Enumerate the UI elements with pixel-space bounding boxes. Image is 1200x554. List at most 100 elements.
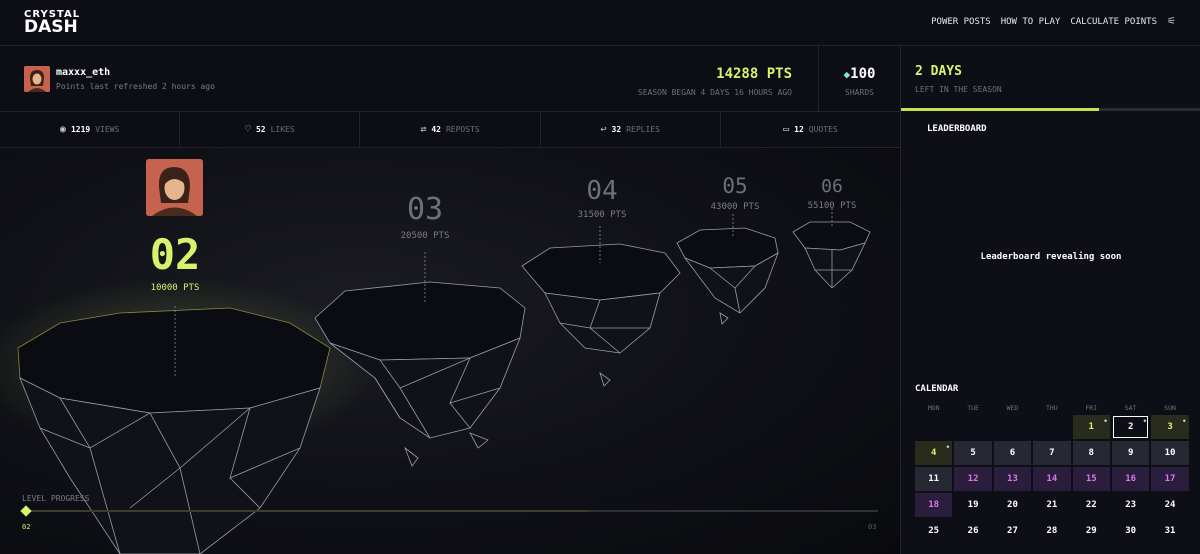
calendar-day-27[interactable]: 27	[992, 518, 1033, 544]
level-number: 05	[722, 174, 748, 198]
level-points: 55100 PTS	[807, 201, 857, 211]
calendar-title: CALENDAR	[915, 384, 959, 394]
calendar-day-28[interactable]: 28	[1032, 518, 1072, 544]
calendar-day-12[interactable]: 12	[953, 466, 993, 492]
stat-views: ◉ 1219 VIEWS	[0, 112, 181, 147]
stat-label: VIEWS	[95, 125, 120, 134]
calendar-day-number: 2	[1127, 422, 1134, 432]
username: maxxx_eth	[56, 67, 111, 78]
calendar-day-number: 25	[928, 526, 940, 536]
calendar-empty	[1032, 414, 1072, 440]
weekday: SUN	[1164, 404, 1176, 412]
nav-how-to-play[interactable]: HOW TO PLAY	[1001, 17, 1061, 27]
calendar-day-24[interactable]: 24	[1150, 492, 1190, 518]
stat-label: LIKES	[270, 125, 295, 134]
level-04: 04 31500 PTS	[562, 176, 642, 220]
calendar-day-number: 10	[1164, 448, 1176, 458]
shard-icon: ◆	[1143, 418, 1147, 424]
calendar-day-21[interactable]: 21	[1032, 492, 1072, 518]
calendar-day-9[interactable]: 9	[1110, 440, 1151, 466]
calendar-day-number: 17	[1164, 474, 1176, 484]
calendar-day-number: 24	[1164, 500, 1176, 510]
calendar-day-6[interactable]: 6	[992, 440, 1033, 466]
calendar-day-16[interactable]: 16	[1110, 466, 1151, 492]
calendar-day-5[interactable]: 5	[953, 440, 993, 466]
calendar-day-4[interactable]: 4 ◆	[914, 440, 954, 466]
profile-header: maxxx_eth Points last refreshed 2 hours …	[0, 46, 900, 112]
calendar-day-number: 18	[928, 500, 940, 510]
calendar-empty	[992, 414, 1033, 440]
calendar-day-26[interactable]: 26	[953, 518, 993, 544]
calendar-day-number: 31	[1164, 526, 1176, 536]
stat-quotes: ▭ 12 QUOTES	[721, 112, 900, 147]
calendar-day-number: 5	[970, 448, 976, 458]
shard-icon: ◆	[1182, 418, 1186, 424]
shards-box: ◆100 SHARDS	[818, 46, 900, 112]
stat-num: 42	[431, 125, 441, 134]
calendar-day-31[interactable]: 31	[1150, 518, 1190, 544]
calendar-day-number: 7	[1049, 448, 1055, 458]
calendar-day-number: 6	[1009, 448, 1016, 458]
player-avatar[interactable]	[146, 159, 203, 216]
level-points: 10000 PTS	[150, 283, 200, 293]
logo-line2: DASH	[24, 17, 78, 37]
level-05: 05 43000 PTS	[695, 174, 775, 212]
calendar-day-number: 12	[967, 474, 979, 484]
level-number: 03	[406, 192, 444, 227]
calendar-day-number: 3	[1167, 422, 1173, 432]
stat-reposts: ⇄ 42 REPOSTS	[360, 112, 541, 147]
stat-label: QUOTES	[808, 125, 838, 134]
stat-label: REPOSTS	[445, 125, 480, 134]
avatar[interactable]	[24, 66, 50, 92]
calendar-day-1[interactable]: 1 ◆	[1071, 414, 1111, 440]
calendar-day-2[interactable]: 2 ◆	[1110, 414, 1151, 440]
calendar-day-10[interactable]: 10	[1150, 440, 1190, 466]
season-progress-fill	[901, 108, 1099, 111]
logo[interactable]: CRYSTAL DASH	[24, 10, 80, 36]
calendar-day-19[interactable]: 19	[953, 492, 993, 518]
calendar-day-29[interactable]: 29	[1071, 518, 1111, 544]
nav-calculate-points[interactable]: CALCULATE POINTS	[1070, 17, 1157, 27]
calendar-day-13[interactable]: 13	[992, 466, 1033, 492]
calendar-day-15[interactable]: 15	[1071, 466, 1111, 492]
calendar-day-3[interactable]: 3 ◆	[1150, 414, 1190, 440]
shard-icon: ◆	[1103, 418, 1107, 424]
eye-icon: ◉	[59, 124, 66, 135]
refresh-status: Points last refreshed 2 hours ago	[56, 82, 215, 91]
points-summary: 14288 PTS SEASON BEGAN 4 DAYS 16 HOURS A…	[638, 66, 792, 97]
calendar-day-23[interactable]: 23	[1110, 492, 1151, 518]
calendar-day-number: 29	[1085, 526, 1097, 536]
heart-icon: ♡	[244, 124, 251, 135]
level-points: 31500 PTS	[577, 210, 627, 220]
weekday: MON	[927, 404, 940, 412]
calendar-day-25[interactable]: 25	[914, 518, 954, 544]
calendar-day-8[interactable]: 8	[1071, 440, 1111, 466]
progress-to-level: 03	[868, 523, 877, 531]
calendar-weekdays: MON TUE WED THU FRI SAT SUN	[914, 404, 1190, 412]
reply-icon: ↩	[600, 124, 607, 135]
progress-from-level: 02	[22, 523, 31, 531]
calendar-day-number: 8	[1088, 448, 1094, 458]
level-number: 04	[586, 176, 618, 206]
leaderboard-message: Leaderboard revealing soon	[980, 252, 1122, 262]
sliders-icon[interactable]: ⚟	[1167, 16, 1176, 27]
stat-num: 12	[794, 125, 804, 134]
calendar-day-number: 30	[1125, 526, 1137, 536]
calendar-day-number: 28	[1046, 526, 1058, 536]
weekday: THU	[1045, 404, 1058, 412]
nav-power-posts[interactable]: POWER POSTS	[931, 17, 991, 27]
calendar-day-number: 4	[930, 448, 937, 458]
calendar-day-7[interactable]: 7	[1032, 440, 1072, 466]
calendar-day-30[interactable]: 30	[1110, 518, 1151, 544]
calendar-day-18[interactable]: 18	[914, 492, 954, 518]
calendar-day-11[interactable]: 11	[914, 466, 954, 492]
calendar-day-number: 9	[1127, 448, 1134, 458]
calendar-day-17[interactable]: 17	[1150, 466, 1190, 492]
stat-replies: ↩ 32 REPLIES	[541, 112, 721, 147]
stat-num: 1219	[70, 125, 91, 134]
quote-icon: ▭	[783, 124, 790, 135]
calendar-day-number: 21	[1046, 500, 1058, 510]
calendar-day-14[interactable]: 14	[1032, 466, 1072, 492]
calendar-day-22[interactable]: 22	[1071, 492, 1111, 518]
calendar-day-20[interactable]: 20	[992, 492, 1033, 518]
